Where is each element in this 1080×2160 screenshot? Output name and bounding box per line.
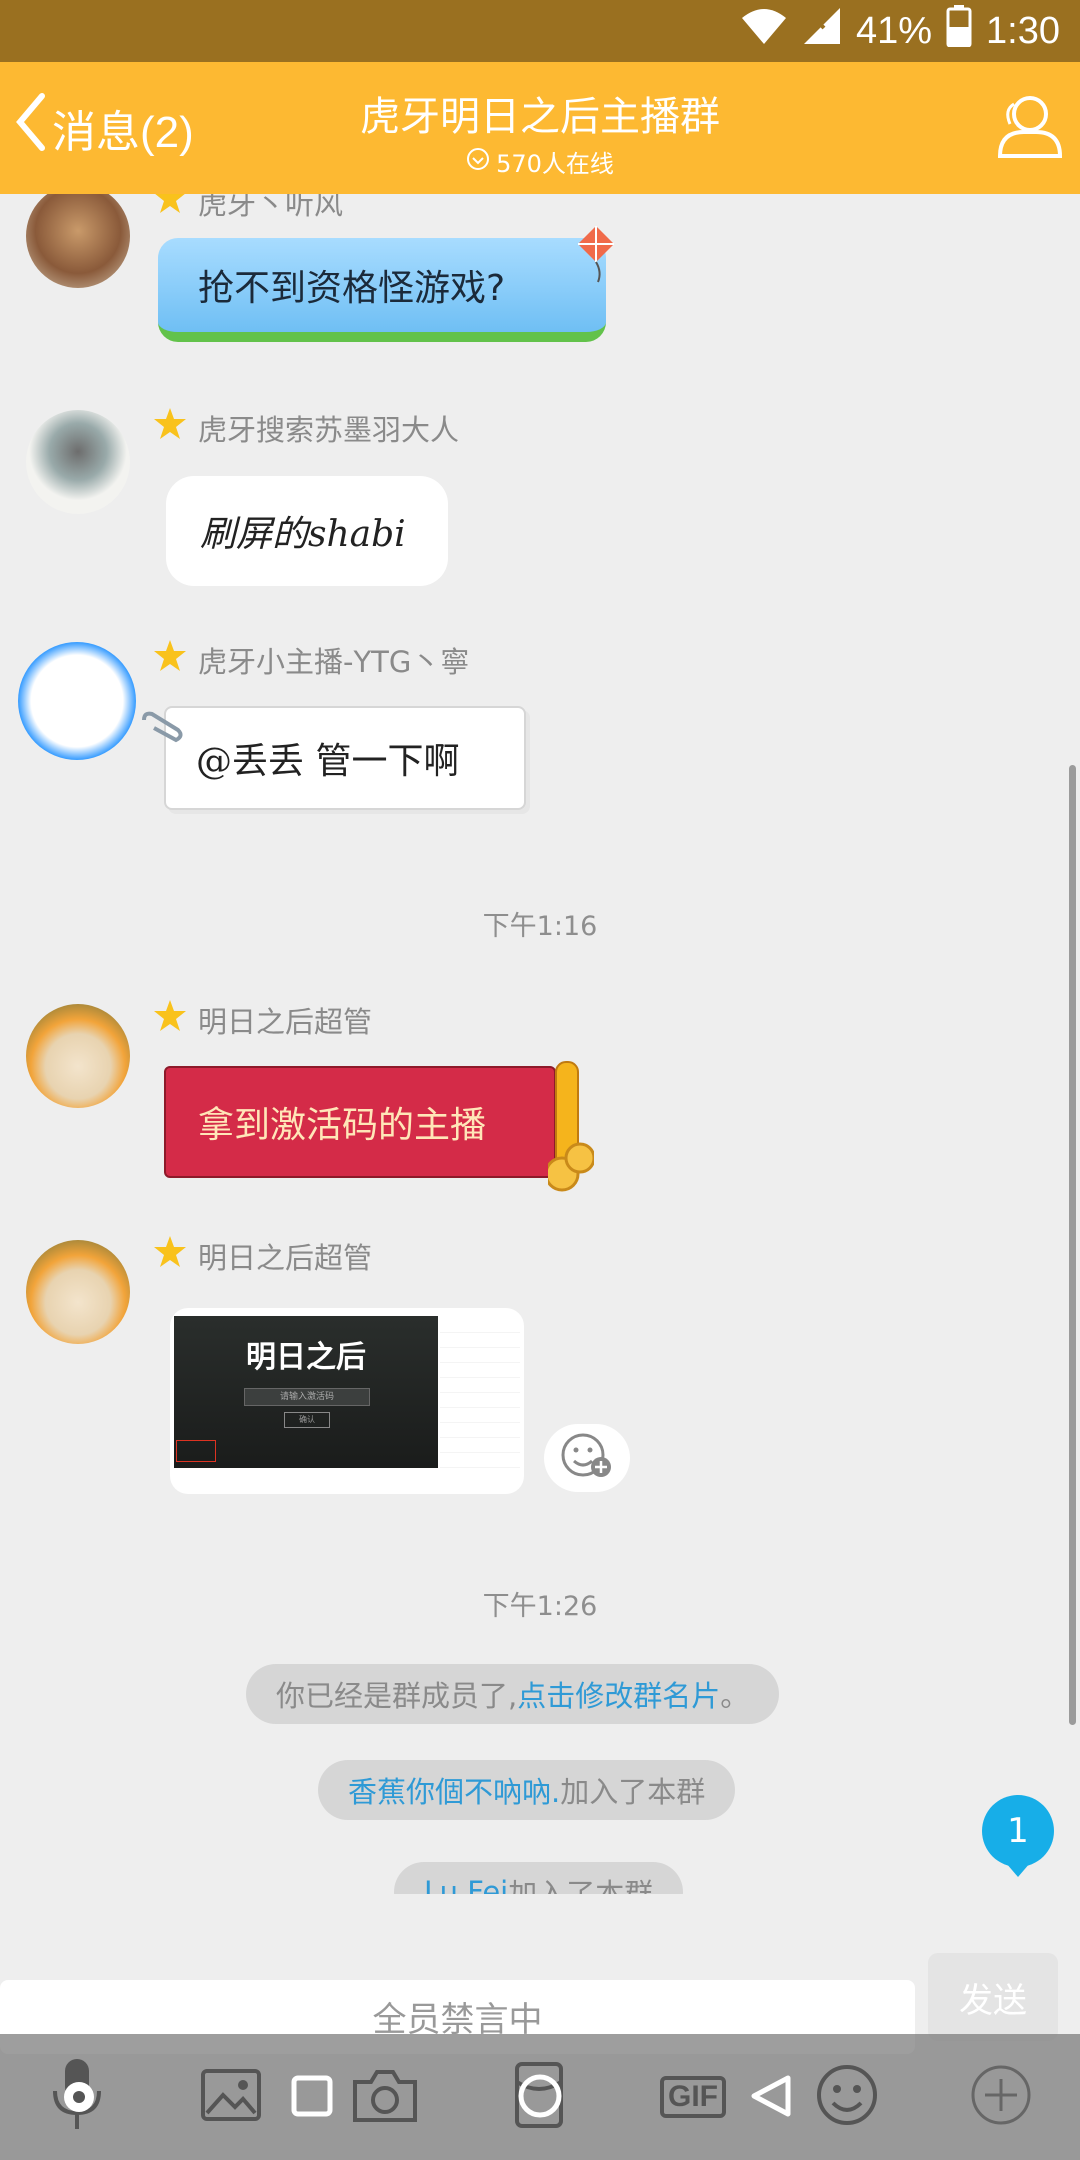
online-icon: [466, 147, 490, 177]
message-bubble[interactable]: 抢不到资格怪游戏?: [158, 238, 606, 342]
avatar[interactable]: [18, 642, 136, 760]
smiley-icon: [815, 2063, 879, 2131]
camera-icon: [351, 2066, 419, 2128]
home-nav-button[interactable]: [516, 2072, 564, 2124]
plus-icon: [969, 2063, 1033, 2131]
sender-name: 虎牙丶听风: [152, 194, 343, 223]
avatar[interactable]: [26, 1240, 130, 1344]
message-bubble[interactable]: 刷屏的shabi: [166, 476, 448, 586]
star-icon: [152, 998, 188, 1041]
smiley-plus-icon: [559, 1431, 615, 1485]
group-members-button[interactable]: [994, 90, 1066, 166]
chat-header: 消息(2) 虎牙明日之后主播群 570人在线: [0, 62, 1080, 194]
member-link[interactable]: 香蕉你個不吶吶.: [348, 1769, 560, 1811]
image-icon: [199, 2067, 263, 2127]
back-nav-button[interactable]: [748, 2072, 794, 2124]
star-icon: [152, 194, 188, 223]
circle-icon: [516, 2074, 564, 2124]
unread-badge[interactable]: 1: [982, 1795, 1054, 1877]
image-button: 确认: [284, 1412, 330, 1428]
clock: 1:30: [986, 9, 1060, 52]
sender-name: 虎牙小主播-YTG丶寧: [152, 638, 469, 681]
battery-percent: 41%: [855, 9, 933, 52]
member-link[interactable]: Lu Fei: [424, 1875, 508, 1894]
avatar[interactable]: [26, 1004, 130, 1108]
edit-card-link[interactable]: 点击修改群名片: [517, 1673, 720, 1715]
sender-name: 明日之后超管: [152, 1234, 372, 1277]
image-side-panel: [440, 1318, 520, 1468]
join-notice: 香蕉你個不吶吶. 加入了本群: [318, 1760, 736, 1820]
image-message[interactable]: 明日之后 请输入激活码 确认: [170, 1308, 524, 1494]
star-icon: [152, 638, 188, 681]
square-icon: [290, 2075, 334, 2122]
send-button[interactable]: 发送: [928, 1953, 1058, 2041]
add-reaction-button[interactable]: [544, 1424, 630, 1492]
image-title: 明日之后: [246, 1340, 366, 1375]
image-highlight-box: [176, 1440, 216, 1462]
nav-dot: [62, 2080, 96, 2118]
avatar[interactable]: [26, 410, 130, 514]
gif-icon: GIF: [660, 2076, 726, 2118]
sender-name: 虎牙搜索苏墨羽大人: [152, 406, 459, 449]
battery-icon: [946, 5, 972, 57]
image-input: 请输入激活码: [244, 1388, 370, 1406]
avatar[interactable]: [26, 194, 130, 288]
scroll-coin-icon: [544, 1060, 596, 1198]
wifi-icon: [740, 6, 788, 56]
photo-button[interactable]: [186, 2052, 276, 2142]
recents-nav-button[interactable]: [290, 2074, 334, 2122]
message-list[interactable]: 虎牙丶听风 抢不到资格怪游戏? 虎牙搜索苏墨羽大人 刷屏的shabi 虎牙小主播…: [0, 194, 1080, 1894]
cell-signal-icon: [802, 6, 842, 56]
timestamp: 下午1:26: [482, 1591, 598, 1622]
image-thumbnail: 明日之后 请输入激活码 确认: [174, 1316, 438, 1468]
scrollbar[interactable]: [1069, 765, 1076, 1725]
online-count: 570人在线: [0, 144, 1080, 179]
star-icon: [152, 406, 188, 449]
status-bar: 41% 1:30: [0, 0, 1080, 62]
camera-button[interactable]: [340, 2052, 430, 2142]
triangle-back-icon: [748, 2075, 794, 2124]
online-count-text: 570人在线: [496, 150, 614, 178]
message-bubble[interactable]: @丢丢 管一下啊: [164, 706, 526, 810]
page-title[interactable]: 虎牙明日之后主播群: [0, 84, 1080, 142]
person-icon: [994, 96, 1066, 166]
emoji-button[interactable]: [802, 2052, 892, 2142]
kite-icon: [574, 224, 618, 288]
more-button[interactable]: [956, 2052, 1046, 2142]
sender-name: 明日之后超管: [152, 998, 372, 1041]
gif-button[interactable]: GIF: [648, 2052, 738, 2142]
paperclip-icon: [140, 710, 184, 748]
timestamp: 下午1:16: [482, 911, 598, 942]
join-notice: Lu Fei 加入了本群: [394, 1862, 684, 1894]
member-notice: 你已经是群成员了, 点击修改群名片 。: [246, 1664, 780, 1724]
message-bubble[interactable]: 拿到激活码的主播: [164, 1066, 556, 1178]
star-icon: [152, 1234, 188, 1277]
